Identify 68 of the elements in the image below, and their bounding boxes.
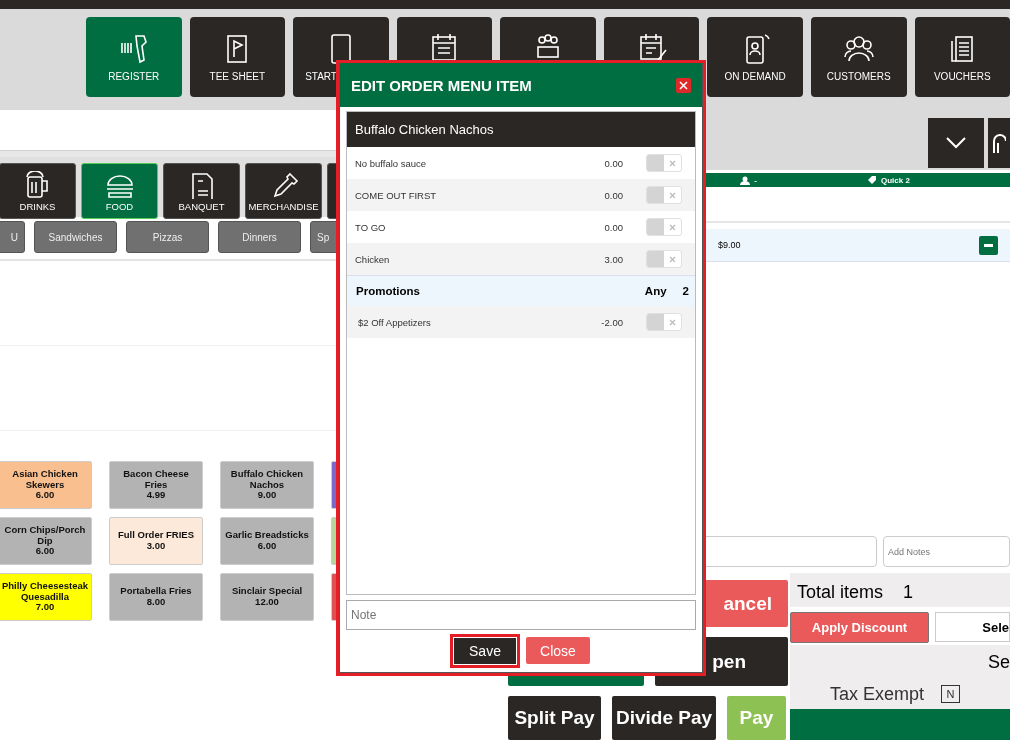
subcategory-button[interactable]: Sandwiches <box>34 221 117 253</box>
note-field[interactable]: Note <box>346 600 696 630</box>
tag-icon <box>867 175 877 185</box>
person-icon <box>740 175 751 185</box>
promotion-name: $2 Off Appetizers <box>357 316 432 328</box>
promotion-price: -2.00 <box>600 316 623 328</box>
arch-icon <box>992 131 1006 155</box>
promotion-rule: Any <box>644 285 667 297</box>
category-tab[interactable]: DRINKS <box>0 163 76 219</box>
close-button[interactable] <box>676 77 691 93</box>
toggle-switch[interactable] <box>646 250 682 268</box>
tax-exempt-value[interactable]: N <box>941 685 961 703</box>
toolbar-button[interactable] <box>988 118 1010 168</box>
line-price: $9.00 <box>718 240 742 250</box>
menu-item-tile[interactable]: Garlic Breadsticks 6.00 <box>220 517 314 565</box>
category-tab[interactable]: MERCHANDISE <box>245 163 322 219</box>
menu-item-tile[interactable]: Bacon Cheese Fries 4.99 <box>109 461 203 509</box>
item-name: Buffalo Chicken Nachos <box>347 112 695 147</box>
menu-item-tile[interactable]: Asian Chicken Skewers 6.00 <box>0 461 92 509</box>
category-tab[interactable]: FOOD <box>81 163 158 219</box>
subcategory-button[interactable]: Dinners <box>218 221 301 253</box>
category-tab[interactable]: BANQUET <box>163 163 240 219</box>
menu-item-tile[interactable]: Sinclair Special 12.00 <box>220 573 314 621</box>
divide-pay-button[interactable]: Divide Pay <box>612 696 716 740</box>
total-items-count: 1 <box>903 581 914 603</box>
toggle-switch[interactable] <box>646 186 682 204</box>
menu-item-tile[interactable]: Buffalo Chicken Nachos 9.00 <box>220 461 314 509</box>
subcategory-button[interactable]: U <box>0 221 25 253</box>
nav-tile[interactable]: TEE SHEET <box>189 17 286 97</box>
toggle-switch[interactable] <box>646 154 682 172</box>
menu-item-tile[interactable]: Corn Chips/Porch Dip 6.00 <box>0 517 92 565</box>
menu-item-tile[interactable]: Portabella Fries 8.00 <box>109 573 203 621</box>
split-pay-button[interactable]: Split Pay <box>508 696 601 740</box>
toggle-switch[interactable] <box>646 218 682 236</box>
chevron-down-icon <box>945 136 967 150</box>
remove-button[interactable] <box>979 235 998 255</box>
notes-field[interactable]: Add Notes <box>883 536 1010 567</box>
x-icon <box>669 159 676 167</box>
x-icon <box>669 255 676 263</box>
select-button[interactable]: Sele <box>935 612 1010 642</box>
close-icon <box>679 80 688 90</box>
save-button[interactable]: Save <box>454 638 516 664</box>
subcategory-button[interactable]: Pizzas <box>126 221 209 253</box>
menu-item-tile[interactable]: Philly Cheesesteak Quesadilla 7.00 <box>0 573 92 621</box>
minus-icon <box>984 243 993 247</box>
option-name: COME OUT FIRST <box>354 189 438 201</box>
nav-tile[interactable]: REGISTER <box>86 17 182 97</box>
x-icon <box>669 223 676 231</box>
option-price: 0.00 <box>603 157 623 169</box>
option-name: No buffalo sauce <box>354 157 428 169</box>
option-price: 0.00 <box>603 189 623 201</box>
nav-tile[interactable]: CUSTOMERS <box>810 17 907 97</box>
toggle-switch[interactable] <box>646 313 682 331</box>
option-name: TO GO <box>354 221 387 233</box>
summary-label: Se <box>986 651 1010 674</box>
nav-tile[interactable]: ON DEMAND <box>707 17 803 97</box>
option-name: Chicken <box>354 253 391 265</box>
x-icon <box>669 318 676 326</box>
tax-exempt-label: Tax Exempt <box>830 683 925 705</box>
menu-item-tile[interactable]: Full Order FRIES 3.00 <box>109 517 203 565</box>
customer-name: - <box>754 175 757 185</box>
promotion-count: 2 <box>682 285 689 297</box>
option-price: 3.00 <box>603 253 623 265</box>
total-items-label: Total items <box>797 581 884 603</box>
section-title: Promotions <box>356 285 421 297</box>
order-table-name: Quick 2 <box>881 175 910 185</box>
nav-tile[interactable]: VOUCHERS <box>914 17 1010 97</box>
x-icon <box>669 191 676 199</box>
